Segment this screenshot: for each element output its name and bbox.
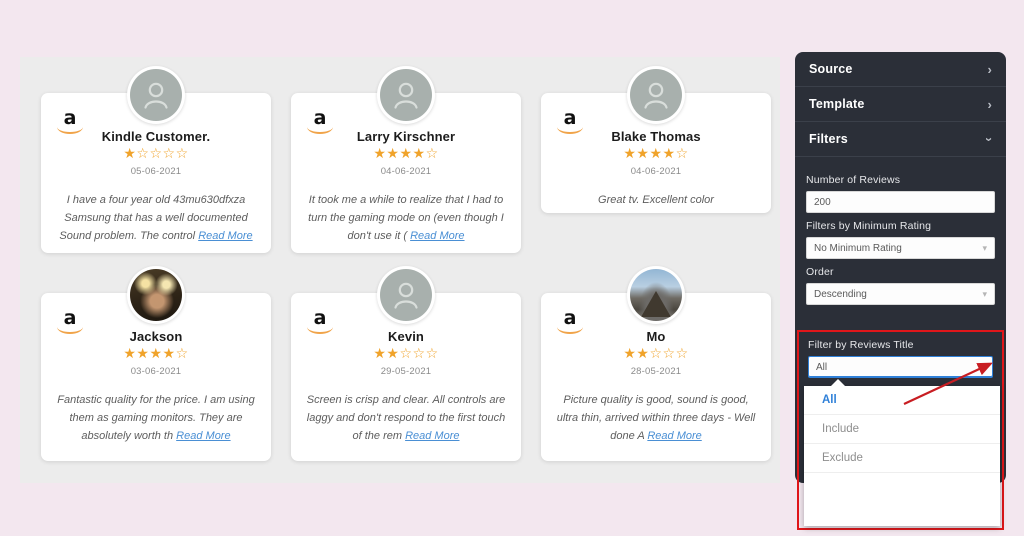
chevron-down-icon: › bbox=[982, 136, 998, 142]
star-rating: ★★★★☆ bbox=[373, 146, 439, 162]
chevron-right-icon: › bbox=[987, 61, 992, 77]
review-text: Screen is crisp and clear. All controls … bbox=[306, 394, 506, 443]
filter-by-reviews-title-highlight: Filter by Reviews Title All ▴ All Includ… bbox=[797, 330, 1004, 530]
dropdown-caret-icon bbox=[830, 379, 846, 387]
reviews-content-panel: a Kindle Customer. ★☆☆☆☆ 05-06-2021 I ha… bbox=[20, 57, 780, 483]
amazon-logo-icon: a bbox=[305, 309, 335, 335]
avatar bbox=[627, 66, 685, 124]
review-card[interactable]: a Kevin ★★☆☆☆ 29-05-2021 Screen is crisp… bbox=[291, 266, 521, 461]
review-date: 28-05-2021 bbox=[630, 366, 682, 377]
avatar bbox=[627, 266, 685, 324]
review-date: 05-06-2021 bbox=[130, 166, 182, 177]
read-more-link[interactable]: Read More bbox=[647, 430, 701, 442]
dropdown-option-include[interactable]: Include bbox=[804, 415, 1000, 444]
minimum-rating-value: No Minimum Rating bbox=[814, 242, 902, 254]
star-rating: ★★☆☆☆ bbox=[623, 346, 689, 362]
settings-sidebar: Source › Template › Filters › Number of … bbox=[795, 52, 1006, 530]
review-card[interactable]: a Blake Thomas ★★★★☆ 04-06-2021 Great tv… bbox=[541, 66, 771, 213]
dropdown-option-exclude[interactable]: Exclude bbox=[804, 444, 1000, 473]
read-more-link[interactable]: Read More bbox=[405, 430, 459, 442]
reviewer-name: Kindle Customer. bbox=[101, 129, 211, 144]
review-date: 29-05-2021 bbox=[380, 366, 432, 377]
reviews-title-label: Filter by Reviews Title bbox=[808, 339, 914, 351]
minimum-rating-label: Filters by Minimum Rating bbox=[806, 220, 932, 232]
avatar bbox=[127, 66, 185, 124]
review-text: Great tv. Excellent color bbox=[598, 194, 714, 206]
amazon-logo-icon: a bbox=[555, 109, 585, 135]
star-rating: ★☆☆☆☆ bbox=[123, 146, 189, 162]
review-date: 04-06-2021 bbox=[630, 166, 682, 177]
default-person-icon bbox=[630, 69, 682, 121]
review-text: Picture quality is good, sound is good, … bbox=[556, 394, 756, 443]
chevron-right-icon: › bbox=[987, 96, 992, 112]
dropdown-option-all[interactable]: All bbox=[804, 386, 1000, 415]
sidebar-item-template[interactable]: Template › bbox=[795, 87, 1006, 122]
sidebar-item-label: Template bbox=[809, 97, 865, 111]
screenshot-root: a Kindle Customer. ★☆☆☆☆ 05-06-2021 I ha… bbox=[0, 0, 1024, 536]
number-of-reviews-value: 200 bbox=[814, 196, 831, 208]
review-text: It took me a while to realize that I had… bbox=[308, 194, 504, 243]
sidebar-item-filters[interactable]: Filters › bbox=[795, 122, 1006, 157]
review-text: Fantastic quality for the price. I am us… bbox=[57, 394, 255, 443]
reviewer-name: Jackson bbox=[129, 329, 183, 344]
photo-avatar bbox=[130, 269, 182, 321]
order-label: Order bbox=[806, 266, 834, 278]
sidebar-item-label: Source bbox=[809, 62, 853, 76]
star-rating: ★★☆☆☆ bbox=[373, 346, 439, 362]
chevron-up-icon: ▴ bbox=[980, 361, 985, 372]
reviewer-name: Larry Kirschner bbox=[356, 129, 456, 144]
amazon-logo-icon: a bbox=[55, 309, 85, 335]
reviews-title-value: All bbox=[816, 361, 828, 373]
review-date: 04-06-2021 bbox=[380, 166, 432, 177]
amazon-logo-icon: a bbox=[55, 109, 85, 135]
chevron-down-icon: ▾ bbox=[982, 242, 987, 253]
avatar bbox=[377, 66, 435, 124]
review-card[interactable]: a Jackson ★★★★☆ 03-06-2021 Fantastic qua… bbox=[41, 266, 271, 461]
photo-avatar bbox=[630, 269, 682, 321]
review-card[interactable]: a Mo ★★☆☆☆ 28-05-2021 Picture quality is… bbox=[541, 266, 771, 461]
reviews-title-select[interactable]: All ▴ bbox=[808, 356, 993, 378]
star-rating: ★★★★☆ bbox=[623, 146, 689, 162]
reviewer-name: Kevin bbox=[388, 329, 424, 344]
review-card[interactable]: a Kindle Customer. ★☆☆☆☆ 05-06-2021 I ha… bbox=[41, 66, 271, 253]
order-select[interactable]: Descending ▾ bbox=[806, 283, 995, 305]
avatar bbox=[377, 266, 435, 324]
amazon-logo-icon: a bbox=[305, 109, 335, 135]
read-more-link[interactable]: Read More bbox=[198, 230, 252, 242]
filter-by-reviews-title-group: Filter by Reviews Title All ▴ bbox=[799, 332, 1002, 378]
amazon-logo-icon: a bbox=[555, 309, 585, 335]
sidebar-item-label: Filters bbox=[809, 132, 848, 146]
number-of-reviews-input[interactable]: 200 bbox=[806, 191, 995, 213]
default-person-icon bbox=[380, 69, 432, 121]
review-date: 03-06-2021 bbox=[130, 366, 182, 377]
avatar bbox=[127, 266, 185, 324]
read-more-link[interactable]: Read More bbox=[410, 230, 464, 242]
reviews-grid: a Kindle Customer. ★☆☆☆☆ 05-06-2021 I ha… bbox=[20, 57, 780, 483]
star-rating: ★★★★☆ bbox=[123, 346, 189, 362]
review-card[interactable]: a Larry Kirschner ★★★★☆ 04-06-2021 It to… bbox=[291, 66, 521, 253]
review-text: I have a four year old 43mu630dfxza Sams… bbox=[59, 194, 253, 243]
default-person-icon bbox=[380, 269, 432, 321]
filters-body: Number of Reviews 200 Filters by Minimum… bbox=[795, 157, 1006, 305]
default-person-icon bbox=[130, 69, 182, 121]
minimum-rating-select[interactable]: No Minimum Rating ▾ bbox=[806, 237, 995, 259]
reviewer-name: Mo bbox=[646, 329, 666, 344]
read-more-link[interactable]: Read More bbox=[176, 430, 230, 442]
reviews-title-dropdown: All Include Exclude bbox=[804, 379, 1000, 526]
reviewer-name: Blake Thomas bbox=[611, 129, 701, 144]
order-value: Descending bbox=[814, 288, 867, 300]
number-of-reviews-label: Number of Reviews bbox=[806, 174, 901, 186]
chevron-down-icon: ▾ bbox=[982, 288, 987, 299]
sidebar-item-source[interactable]: Source › bbox=[795, 52, 1006, 87]
